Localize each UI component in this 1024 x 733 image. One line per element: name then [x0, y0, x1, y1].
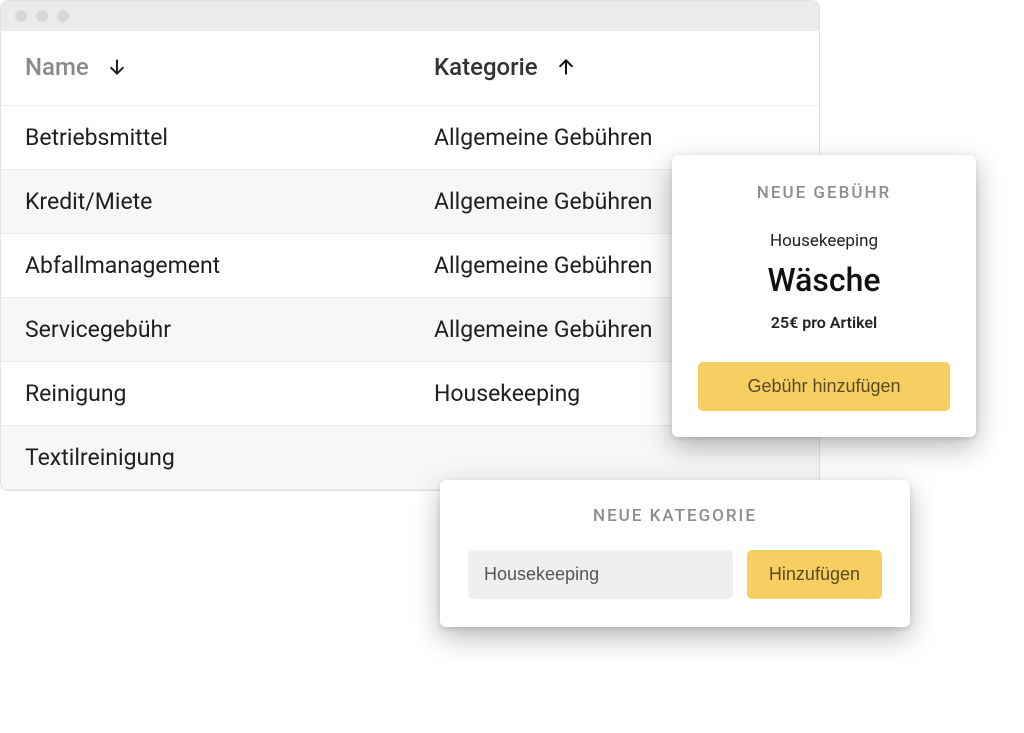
cell-name: Textilreinigung [1, 425, 410, 489]
add-category-button[interactable]: Hinzufügen [747, 550, 882, 599]
window-titlebar [1, 1, 819, 31]
new-fee-title: NEUE GEBÜHR [698, 183, 950, 203]
column-header-category[interactable]: Kategorie [410, 31, 819, 105]
column-header-category-label: Kategorie [434, 53, 538, 81]
cell-name: Abfallmanagement [1, 233, 410, 297]
cell-name: Reinigung [1, 361, 410, 425]
window-dot [15, 10, 27, 22]
new-fee-card: NEUE GEBÜHR Housekeeping Wäsche 25€ pro … [672, 155, 976, 437]
window-dot [36, 10, 48, 22]
arrow-down-icon [107, 55, 127, 83]
column-header-name-label: Name [25, 53, 89, 81]
new-category-title: NEUE KATEGORIE [468, 506, 882, 526]
column-header-name[interactable]: Name [1, 31, 410, 105]
add-fee-button[interactable]: Gebühr hinzufügen [698, 362, 950, 411]
new-category-card: NEUE KATEGORIE Hinzufügen [440, 480, 910, 627]
window-dot [57, 10, 69, 22]
fee-price: 25€ pro Artikel [698, 313, 950, 332]
cell-name: Servicegebühr [1, 297, 410, 361]
arrow-up-icon [556, 55, 576, 83]
cell-name: Betriebsmittel [1, 105, 410, 169]
category-name-input[interactable] [468, 550, 733, 599]
cell-name: Kredit/Miete [1, 169, 410, 233]
fee-category: Housekeeping [698, 231, 950, 251]
fee-name: Wäsche [698, 261, 950, 299]
